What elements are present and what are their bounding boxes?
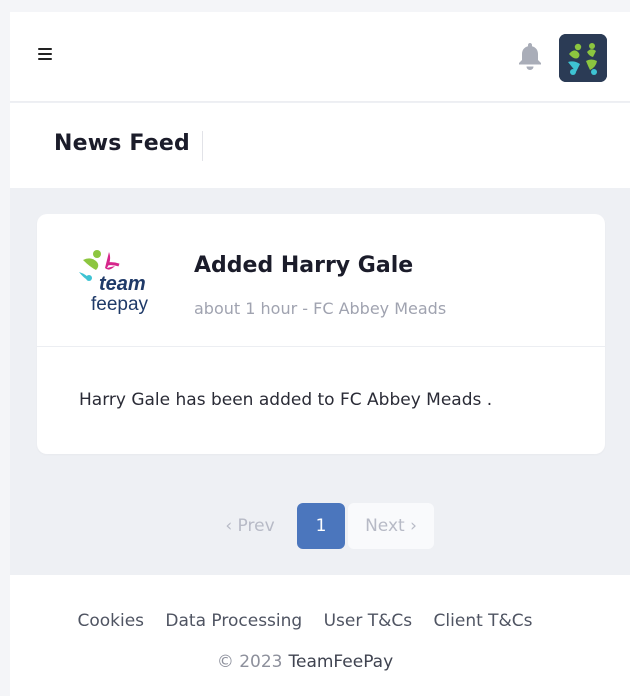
prev-page-button[interactable]: ‹ Prev: [210, 503, 290, 549]
teamfeepay-logo: team feepay: [79, 246, 159, 318]
logo-word-feepay: feepay: [91, 294, 149, 315]
next-page-button[interactable]: Next ›: [348, 503, 434, 549]
pagination: ‹ Prev 1 Next ›: [210, 503, 440, 551]
footer-link-data-processing[interactable]: Data Processing: [165, 611, 302, 631]
window-top-edge: [0, 0, 630, 12]
page-title: News Feed: [54, 131, 190, 156]
user-avatar[interactable]: [559, 34, 607, 82]
hamburger-menu-icon[interactable]: [38, 48, 56, 64]
news-card-header: team feepay Added Harry Gale about 1 hou…: [37, 214, 605, 347]
title-divider: [202, 131, 203, 161]
window-left-edge: [0, 0, 10, 696]
page-footer: Cookies Data Processing User T&Cs Client…: [10, 575, 630, 696]
copyright: © 2023 TeamFeePay: [10, 652, 600, 672]
copyright-text: © 2023: [216, 652, 283, 672]
news-item-title: Added Harry Gale: [194, 253, 414, 278]
footer-link-user-tcs[interactable]: User T&Cs: [324, 611, 413, 631]
footer-link-client-tcs[interactable]: Client T&Cs: [434, 611, 533, 631]
logo-word-team: team: [99, 273, 146, 295]
bell-icon[interactable]: [515, 40, 545, 72]
page-title-bar: News Feed: [10, 103, 630, 188]
news-feed-card: team feepay Added Harry Gale about 1 hou…: [37, 214, 605, 454]
footer-brand: TeamFeePay: [288, 652, 394, 672]
footer-links: Cookies Data Processing User T&Cs Client…: [10, 611, 600, 631]
current-page-button[interactable]: 1: [297, 503, 345, 549]
footer-link-cookies[interactable]: Cookies: [77, 611, 144, 631]
top-navigation-bar: [10, 12, 630, 102]
news-item-body: Harry Gale has been added to FC Abbey Me…: [79, 390, 493, 410]
news-item-meta: about 1 hour - FC Abbey Meads: [194, 299, 447, 318]
